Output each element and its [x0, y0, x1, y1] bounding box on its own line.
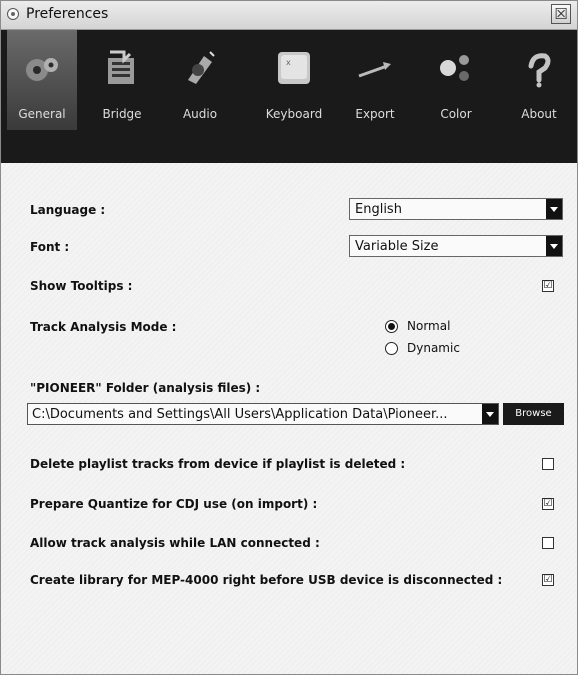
mep-library-label: Create library for MEP-4000 right before…	[30, 573, 503, 587]
folder-path-value: C:\Documents and Settings\All Users\Appl…	[32, 407, 448, 422]
export-arrow-icon	[358, 62, 391, 78]
tab-about-label: About	[521, 107, 557, 121]
speaker-icon	[188, 51, 215, 84]
general-settings-panel: Language : English Font : Variable Size …	[1, 163, 577, 674]
preferences-window: Preferences ☒ General Bridge Audio x Key…	[0, 0, 578, 675]
title-bar[interactable]: Preferences ☒	[1, 1, 577, 30]
about-icon	[528, 53, 551, 88]
tab-export-label: Export	[355, 107, 395, 121]
mep-library-checkbox[interactable]: ☑	[542, 574, 554, 586]
delete-playlist-label: Delete playlist tracks from device if pl…	[30, 457, 406, 471]
prepare-quantize-checkbox[interactable]: ☑	[542, 498, 554, 510]
browse-button[interactable]: Browse	[503, 403, 564, 425]
tab-audio[interactable]: Audio	[165, 30, 235, 130]
tab-color[interactable]: Color	[421, 30, 491, 130]
radio-dynamic-label: Dynamic	[407, 341, 460, 355]
font-label: Font :	[30, 240, 70, 254]
language-select[interactable]: English	[349, 198, 563, 220]
radio-normal[interactable]	[385, 320, 398, 333]
bridge-icon	[108, 50, 134, 84]
tab-audio-label: Audio	[182, 107, 218, 121]
track-analysis-mode-label: Track Analysis Mode :	[30, 320, 177, 334]
chevron-down-icon[interactable]	[546, 199, 562, 219]
language-label: Language :	[30, 203, 106, 217]
font-value: Variable Size	[355, 239, 439, 254]
pioneer-folder-path[interactable]: C:\Documents and Settings\All Users\Appl…	[27, 403, 499, 425]
pioneer-folder-label: "PIONEER" Folder (analysis files) :	[30, 381, 261, 395]
lan-analysis-checkbox[interactable]	[542, 537, 554, 549]
language-value: English	[355, 202, 402, 217]
tab-color-label: Color	[440, 107, 472, 121]
prepare-quantize-label: Prepare Quantize for CDJ use (on import)…	[30, 497, 318, 511]
tab-about[interactable]: About	[504, 30, 574, 130]
tab-general-label: General	[18, 107, 66, 121]
color-balls-icon	[440, 55, 469, 81]
font-select[interactable]: Variable Size	[349, 235, 563, 257]
chevron-down-icon[interactable]	[482, 404, 498, 424]
show-tooltips-checkbox[interactable]: ☑	[542, 280, 554, 292]
svg-text:x: x	[286, 58, 291, 67]
tab-bridge[interactable]: Bridge	[87, 30, 157, 130]
tab-keyboard[interactable]: x Keyboard	[259, 30, 329, 130]
tab-keyboard-label: Keyboard	[265, 107, 323, 121]
keyboard-key-icon: x	[278, 52, 310, 84]
tab-export[interactable]: Export	[340, 30, 410, 130]
radio-dynamic[interactable]	[385, 342, 398, 355]
delete-playlist-checkbox[interactable]	[542, 458, 554, 470]
close-button[interactable]: ☒	[551, 4, 571, 24]
app-icon	[7, 8, 19, 20]
tab-general[interactable]: General	[7, 30, 77, 130]
gears-icon	[26, 58, 58, 81]
radio-normal-label: Normal	[407, 319, 451, 333]
chevron-down-icon[interactable]	[546, 236, 562, 256]
lan-analysis-label: Allow track analysis while LAN connected…	[30, 536, 320, 550]
preferences-toolbar: General Bridge Audio x Keyboard Export C…	[1, 30, 577, 163]
window-title: Preferences	[26, 6, 109, 22]
tab-bridge-label: Bridge	[102, 107, 142, 121]
show-tooltips-label: Show Tooltips :	[30, 279, 133, 293]
